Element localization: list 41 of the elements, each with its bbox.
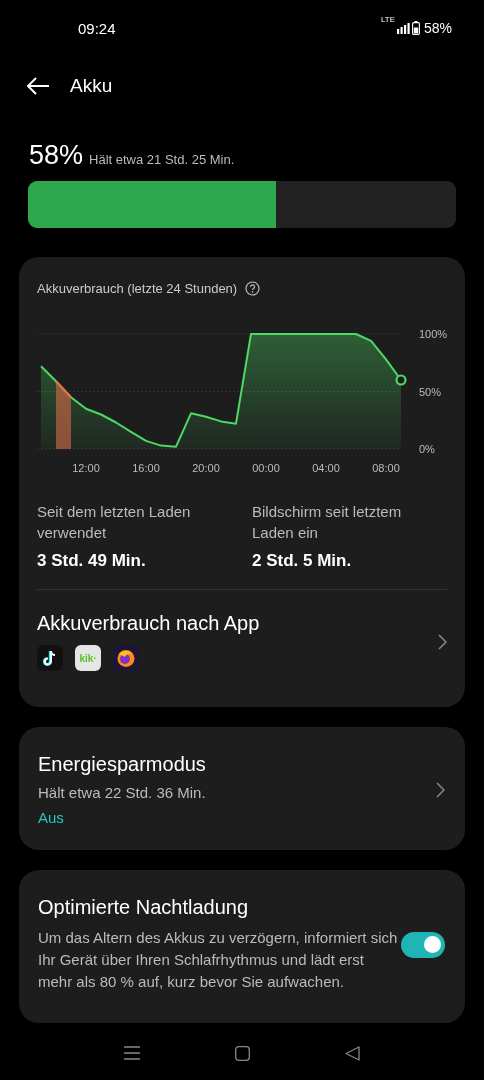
x-axis-label: 00:00 [252,462,280,474]
toggle-switch[interactable] [401,931,445,958]
help-icon[interactable] [245,281,261,296]
x-axis-label: 04:00 [312,462,340,474]
stat-value: 3 Std. 49 Min. [37,551,147,571]
app-usage-title: Akkuverbrauch nach App [37,612,260,635]
back-arrow-icon[interactable] [26,77,50,95]
power-saving-card[interactable]: Energiesparmodus Hält etwa 22 Std. 36 Min. Aus [19,727,465,850]
status-time: 09:24 [78,19,116,37]
y-axis-label: 50% [419,385,442,398]
back-icon[interactable] [345,1045,360,1061]
stat-label: Seit dem letzten Laden verwendet [37,502,192,543]
battery-percentage: 58% [29,140,84,171]
power-saving-status: Aus [38,809,65,826]
page-title: Akku [70,75,113,97]
x-axis-label: 20:00 [192,462,220,474]
battery-percent: 58% [423,20,452,36]
x-axis-label: 16:00 [132,462,160,474]
y-axis-label: 0% [419,443,435,455]
battery-icon [411,21,420,35]
home-icon[interactable] [235,1045,250,1061]
music-note-app-icon [37,645,63,671]
x-axis-label: 08:00 [372,462,400,474]
signal-icon [396,22,410,34]
stat-value: 2 Std. 5 Min. [252,551,353,571]
fox-globe-app-icon [113,645,139,671]
app-icon: kik· [75,645,101,671]
x-axis-label: 12:00 [72,462,100,474]
chevron-right-icon [436,781,445,798]
battery-estimate: Hält etwa 21 Std. 25 Min. [89,152,235,167]
stat-label: Bildschirm seit letztem Laden ein [252,502,403,543]
network-label: LTE [380,15,395,24]
power-saving-title: Energiesparmodus [38,753,206,776]
app-usage-row[interactable]: Akkuverbrauch nach App kik· [37,590,447,671]
power-saving-estimate: Hält etwa 22 Std. 36 Min. [38,784,206,801]
y-axis-label: 100% [419,328,448,340]
night-charging-description: Um das Altern des Akkus zu verzögern, informiert sich Ihr Gerät über Ihren Schlafrhythmus und lädt erst mehr als 80 % auf, kurz bevor Sie aufwachen. [38,928,398,992]
menu-icon[interactable] [124,1046,140,1060]
chart-title: Akkuverbrauch (letzte 24 Stunden) [37,281,238,296]
chevron-right-icon [438,633,447,650]
night-charging-title: Optimierte Nachtladung [38,896,250,919]
